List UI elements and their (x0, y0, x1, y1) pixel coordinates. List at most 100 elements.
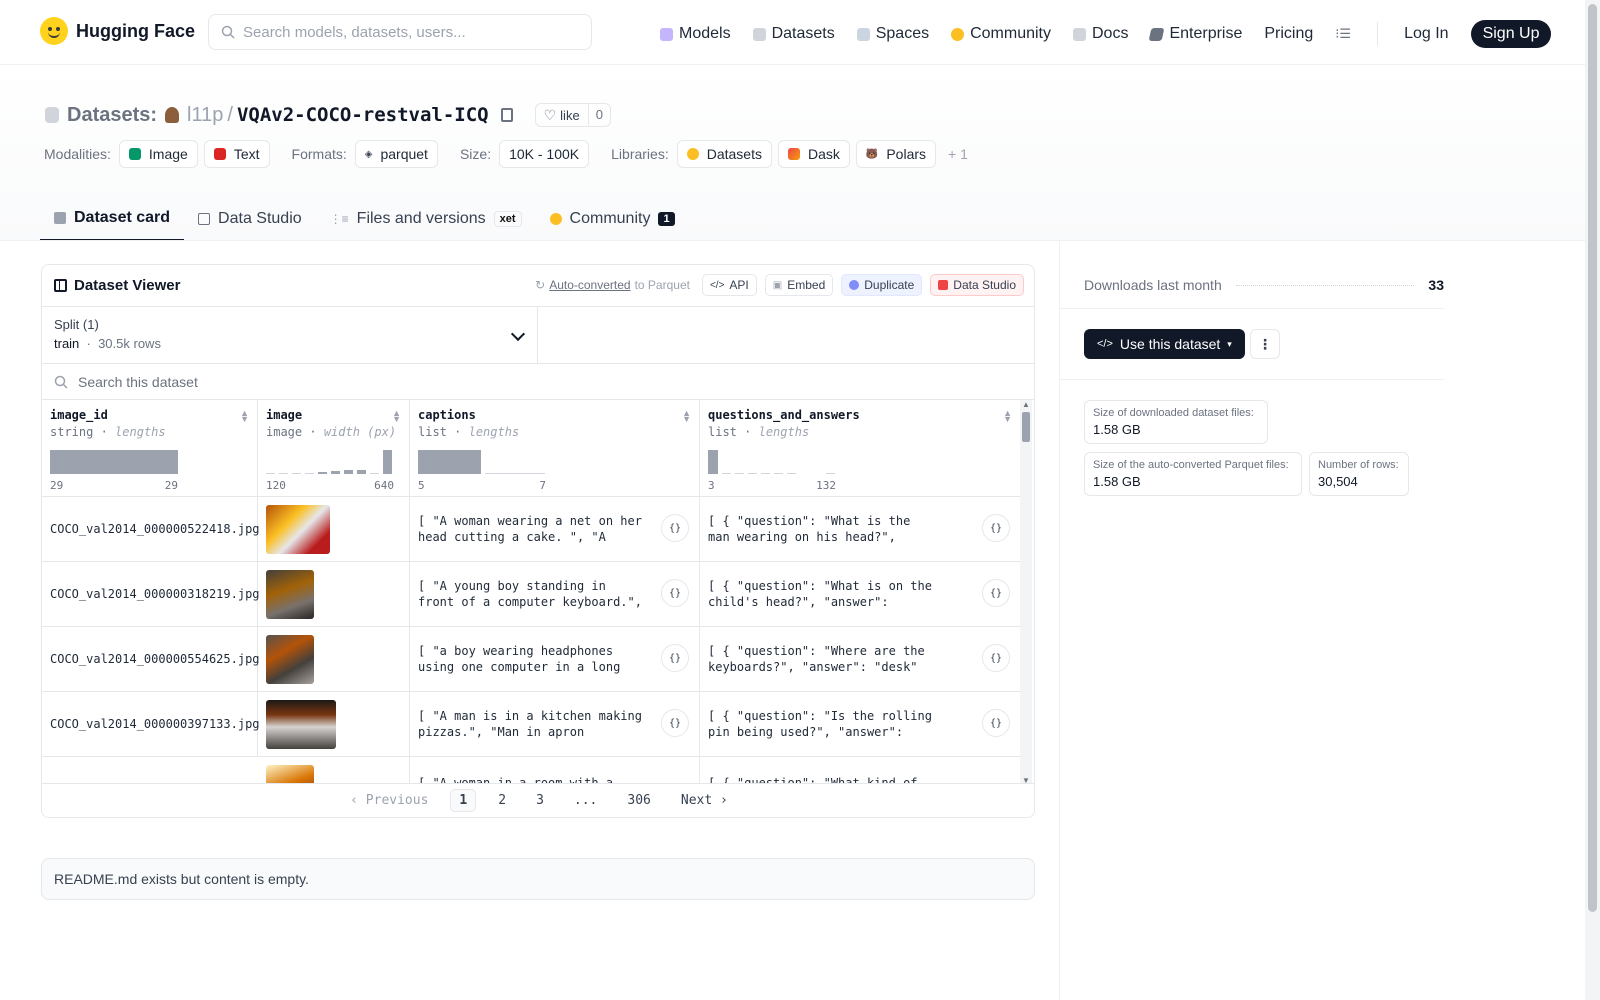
breadcrumb-user[interactable]: l11p (187, 104, 223, 127)
table-row[interactable]: COCO_val2014_000000522418.jpg [ "A woman… (42, 497, 1020, 562)
expand-cell-icon[interactable]: {} (661, 644, 689, 672)
like-count: 0 (587, 104, 610, 126)
nav-spaces[interactable]: Spaces (856, 25, 929, 43)
refresh-icon: ↻ (535, 278, 546, 292)
size-chip[interactable]: 10K - 100K (499, 140, 590, 168)
cell-image[interactable] (258, 627, 410, 691)
global-search-input[interactable] (243, 23, 573, 41)
image-thumbnail[interactable] (266, 634, 314, 684)
downloads-label: Downloads last month (1084, 277, 1222, 293)
table-row[interactable]: COCO_val2014_000000318219.jpg [ "A young… (42, 562, 1020, 627)
previous-page-button[interactable]: ‹ Previous (342, 790, 436, 811)
table-row[interactable]: COCO_val2014_000000397133.jpg [ "A man i… (42, 692, 1020, 757)
table-row[interactable]: COCO_val2014_000000554625.jpg [ "a boy w… (42, 627, 1020, 692)
dataset-icon (45, 107, 59, 123)
more-options-button[interactable]: ⋮ (1250, 329, 1280, 359)
sort-icon[interactable]: ▲ ▼ (682, 409, 691, 424)
sort-icon[interactable]: ▲ ▼ (392, 409, 401, 424)
nav-community[interactable]: Community (951, 25, 1051, 43)
column-header-questions-and-answers[interactable]: questions_and_answers list · lengths ▲ ▼ … (700, 400, 1020, 496)
split-value: train · 30.5k rows (54, 336, 161, 351)
library-polars-chip[interactable]: 🐻 Polars (855, 140, 937, 168)
brand-link[interactable]: Hugging Face (40, 17, 195, 45)
tab-files[interactable]: ⋮≡ Files and versions xet (316, 197, 536, 241)
tab-community[interactable]: Community 1 (536, 197, 689, 241)
copy-icon[interactable] (500, 108, 513, 122)
sort-icon[interactable]: ▲ ▼ (240, 409, 249, 424)
dataset-search-input[interactable] (78, 373, 678, 390)
page-scrollbar[interactable] (1585, 0, 1600, 1000)
library-dask-chip[interactable]: Dask (777, 140, 850, 168)
histogram-range: 29 29 (50, 479, 178, 492)
image-thumbnail[interactable] (266, 765, 314, 785)
expand-cell-icon[interactable]: {} (982, 514, 1010, 542)
column-header-image-id[interactable]: image_id string · lengths ▲ ▼ 29 29 (42, 400, 258, 496)
hugging-face-logo-icon (40, 17, 68, 45)
nav-datasets[interactable]: Datasets (752, 25, 835, 43)
signup-button[interactable]: Sign Up (1470, 20, 1552, 48)
next-page-button[interactable]: Next › (673, 790, 736, 811)
cell-image-id: COCO_val2014_000000554625.jpg (42, 627, 260, 691)
expand-cell-icon[interactable]: {} (661, 514, 689, 542)
data-studio-button[interactable]: Data Studio (930, 274, 1024, 296)
expand-cell-icon[interactable]: {} (982, 644, 1010, 672)
login-link[interactable]: Log In (1404, 25, 1448, 43)
libraries-more[interactable]: + 1 (948, 146, 968, 162)
modality-text-chip[interactable]: Text (203, 140, 270, 168)
expand-cell-icon[interactable]: {} (982, 709, 1010, 737)
expand-cell-icon[interactable]: {} (982, 579, 1010, 607)
image-thumbnail[interactable] (266, 504, 330, 554)
table-scrollbar[interactable]: ▲ ▼ (1020, 400, 1032, 785)
dataset-search[interactable] (42, 364, 1034, 400)
nav-enterprise[interactable]: Enterprise (1149, 25, 1242, 43)
api-button[interactable]: </> API (701, 274, 757, 296)
format-chip[interactable]: ◈ parquet (354, 140, 438, 168)
more-menu-icon[interactable]: ⁝☰ (1335, 26, 1351, 42)
signup-label: Sign Up (1482, 25, 1540, 42)
page-306[interactable]: 306 (619, 790, 658, 811)
auto-converted-link[interactable]: Auto-converted (549, 278, 630, 292)
page-3[interactable]: 3 (528, 790, 552, 811)
scroll-up-icon[interactable]: ▲ (1022, 400, 1030, 409)
breadcrumb-section[interactable]: Datasets: (67, 104, 157, 127)
expand-cell-icon[interactable]: {} (661, 709, 689, 737)
sidebar-divider (1059, 241, 1060, 1000)
library-datasets-label: Datasets (706, 146, 762, 162)
modality-image-chip[interactable]: Image (118, 140, 198, 168)
library-datasets-chip[interactable]: Datasets (676, 140, 772, 168)
column-header-image[interactable]: image image · width (px) ▲ ▼ 120 640 (258, 400, 410, 496)
code-icon: </> (709, 279, 725, 291)
cell-image[interactable] (258, 562, 410, 626)
breadcrumb-repo[interactable]: VQAv2-COCO-restval-ICQ (237, 104, 489, 126)
image-thumbnail[interactable] (266, 699, 336, 749)
expand-cell-icon[interactable]: {} (661, 579, 689, 607)
tab-data-studio[interactable]: Data Studio (184, 197, 316, 241)
table-row[interactable]: [ "A woman in a room with a cat." [ { "q… (42, 757, 1020, 785)
cell-image[interactable] (258, 497, 410, 561)
column-type: list · lengths (708, 425, 810, 439)
duplicate-button[interactable]: Duplicate (841, 274, 923, 296)
table-icon (198, 213, 211, 225)
global-search[interactable] (208, 14, 592, 50)
use-this-dataset-button[interactable]: </> Use this dataset ▾ (1084, 329, 1245, 359)
sort-icon[interactable]: ▲ ▼ (1003, 409, 1012, 424)
tab-dataset-card[interactable]: Dataset card (40, 197, 185, 241)
cell-image[interactable] (258, 692, 410, 756)
cell-image-id: COCO_val2014_000000522418.jpg (42, 497, 260, 561)
image-thumbnail[interactable] (266, 569, 314, 619)
like-button[interactable]: ♡ like 0 (534, 103, 611, 127)
nav-pricing[interactable]: Pricing (1264, 25, 1313, 43)
split-row: Split (1) train · 30.5k rows (42, 307, 1034, 364)
stat-value: 30,504 (1318, 474, 1358, 489)
column-header-captions[interactable]: captions list · lengths ▲ ▼ 57 (410, 400, 700, 496)
page-1[interactable]: 1 (450, 789, 477, 812)
cell-image[interactable] (258, 757, 410, 785)
nav-docs[interactable]: Docs (1073, 25, 1128, 43)
scrollbar-thumb[interactable] (1022, 412, 1030, 442)
page-scrollbar-thumb[interactable] (1588, 4, 1597, 912)
split-selector[interactable]: Split (1) train · 30.5k rows (42, 307, 538, 363)
embed-button[interactable]: ▣ Embed (764, 274, 834, 296)
stat-label: Size of downloaded dataset files: (1093, 407, 1254, 419)
page-2[interactable]: 2 (490, 790, 514, 811)
nav-models[interactable]: Models (660, 25, 731, 43)
